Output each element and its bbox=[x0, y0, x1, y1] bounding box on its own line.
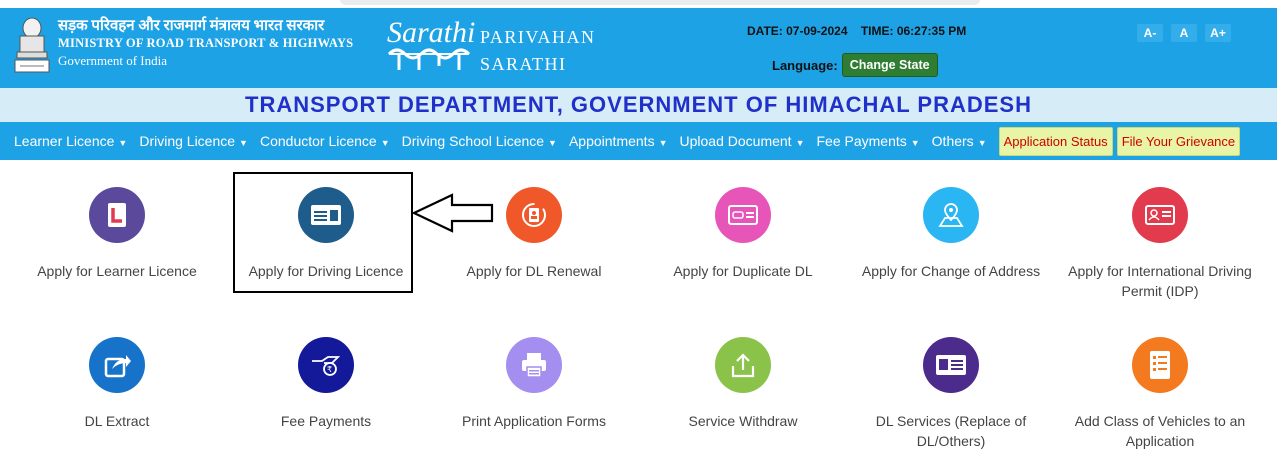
ministry-hindi: सड़क परिवहन और राजमार्ग मंत्रालय भारत सर… bbox=[58, 18, 325, 34]
fee-payment-icon: ₹ bbox=[298, 337, 354, 393]
caret-down-icon: ▼ bbox=[658, 138, 668, 148]
nav-label: Driving School Licence bbox=[401, 133, 545, 149]
nav-label: Conductor Licence bbox=[259, 133, 377, 149]
tile-label: Print Application Forms bbox=[462, 413, 606, 429]
nav-learner-licence[interactable]: Learner Licence ▼ bbox=[14, 133, 127, 149]
change-state-button[interactable]: Change State bbox=[841, 53, 938, 77]
tile-label: DL Services (Replace of DL/Others) bbox=[875, 413, 1027, 449]
nav-label: Upload Document bbox=[679, 133, 792, 149]
top-search-bar bbox=[340, 0, 980, 5]
nav-driving-school-licence[interactable]: Driving School Licence ▼ bbox=[402, 133, 557, 149]
caret-down-icon: ▼ bbox=[118, 138, 128, 148]
grievance-button[interactable]: File Your Grievance bbox=[1116, 126, 1241, 156]
svg-text:₹: ₹ bbox=[327, 365, 332, 374]
brand-line2: SARATHI bbox=[480, 54, 567, 74]
main-nav: Learner Licence ▼ Driving Licence ▼ Conduc… bbox=[0, 122, 1277, 160]
date-label: DATE: 07-09-2024 bbox=[747, 24, 848, 38]
caret-down-icon: ▼ bbox=[239, 138, 248, 148]
site-header: सड़क परिवहन और राजमार्ग मंत्रालय भारत सर… bbox=[0, 8, 1277, 88]
application-status-button[interactable]: Application Status bbox=[998, 126, 1113, 156]
tile-idp[interactable]: Apply for International Driving Permit (… bbox=[1060, 187, 1260, 301]
nav-conductor-licence[interactable]: Conductor Licence ▼ bbox=[260, 133, 390, 149]
dl-renewal-icon bbox=[506, 187, 562, 243]
caret-down-icon: ▼ bbox=[977, 138, 987, 148]
department-banner: TRANSPORT DEPARTMENT, GOVERNMENT OF HIMA… bbox=[0, 88, 1277, 122]
add-class-icon bbox=[1132, 337, 1188, 393]
ministry-block: सड़क परिवहन और राजमार्ग मंत्रालय भारत सर… bbox=[58, 18, 353, 69]
tile-label: Service Withdraw bbox=[688, 413, 798, 429]
sarathi-logo-icon: Sarathi bbox=[387, 16, 475, 70]
brand-title: PARIVAHAN SARATHI bbox=[480, 24, 596, 78]
nav-driving-licence[interactable]: Driving Licence ▼ bbox=[139, 133, 248, 149]
annotation-arrow-icon bbox=[412, 193, 494, 233]
learner-licence-icon bbox=[89, 187, 145, 243]
tile-service-withdraw[interactable]: Service Withdraw bbox=[643, 337, 843, 431]
tile-label: Apply for DL Renewal bbox=[466, 263, 602, 279]
nav-others[interactable]: Others ▼ bbox=[932, 133, 987, 149]
font-normal-button[interactable]: A bbox=[1171, 24, 1197, 42]
tile-duplicate-dl[interactable]: Apply for Duplicate DL bbox=[643, 187, 843, 281]
ministry-english: MINISTRY OF ROAD TRANSPORT & HIGHWAYS bbox=[58, 36, 354, 50]
logo-text: Sarathi bbox=[387, 16, 475, 49]
language-label: Language: bbox=[772, 57, 838, 73]
service-grid: Apply for Learner Licence Apply for Driv… bbox=[0, 160, 1277, 465]
tile-label: Fee Payments bbox=[280, 413, 372, 429]
department-title: TRANSPORT DEPARTMENT, GOVERNMENT OF HIMA… bbox=[245, 92, 1032, 117]
tile-dl-services[interactable]: DL Services (Replace of DL/Others) bbox=[851, 337, 1051, 451]
duplicate-dl-icon bbox=[715, 187, 771, 243]
tile-change-address[interactable]: Apply for Change of Address bbox=[851, 187, 1051, 281]
time-label: TIME: 06:27:35 PM bbox=[860, 24, 967, 38]
language-row: Language: Change State bbox=[772, 53, 938, 77]
national-emblem-icon bbox=[14, 17, 50, 73]
tile-label: Apply for Learner Licence bbox=[37, 263, 197, 279]
nav-appointments[interactable]: Appointments ▼ bbox=[569, 133, 668, 149]
print-icon bbox=[506, 337, 562, 393]
service-withdraw-icon bbox=[715, 337, 771, 393]
nav-label: Fee Payments bbox=[816, 133, 907, 149]
dl-services-icon bbox=[923, 337, 979, 393]
caret-down-icon: ▼ bbox=[380, 138, 390, 148]
nav-upload-document[interactable]: Upload Document ▼ bbox=[680, 133, 805, 149]
nav-label: Appointments bbox=[568, 133, 655, 149]
caret-down-icon: ▼ bbox=[548, 138, 557, 148]
nav-label: Driving Licence bbox=[139, 133, 236, 149]
idp-icon bbox=[1132, 187, 1188, 243]
brand-line1: PARIVAHAN bbox=[480, 27, 596, 47]
tile-learner-licence[interactable]: Apply for Learner Licence bbox=[17, 187, 217, 281]
tile-label: Add Class of Vehicles to an Application bbox=[1074, 413, 1246, 449]
nav-label: Others bbox=[931, 133, 974, 149]
nav-label: Learner Licence bbox=[14, 133, 115, 149]
annotation-highlight-box bbox=[233, 172, 413, 293]
tile-label: Apply for Change of Address bbox=[861, 263, 1041, 279]
caret-down-icon: ▼ bbox=[910, 138, 920, 148]
tile-add-class[interactable]: Add Class of Vehicles to an Application bbox=[1060, 337, 1260, 451]
tile-fee-payments[interactable]: ₹ Fee Payments bbox=[226, 337, 426, 431]
top-strip bbox=[0, 0, 1277, 8]
tile-label: DL Extract bbox=[84, 413, 150, 429]
tile-label: Apply for Duplicate DL bbox=[673, 263, 813, 279]
dl-extract-icon bbox=[89, 337, 145, 393]
change-address-icon bbox=[923, 187, 979, 243]
tile-print-forms[interactable]: Print Application Forms bbox=[434, 337, 634, 431]
date-time: DATE: 07-09-2024 TIME: 06:27:35 PM bbox=[747, 24, 976, 38]
tile-dl-extract[interactable]: DL Extract bbox=[17, 337, 217, 431]
font-decrease-button[interactable]: A- bbox=[1137, 24, 1163, 42]
nav-fee-payments[interactable]: Fee Payments ▼ bbox=[816, 133, 919, 149]
government-of-india: Government of India bbox=[58, 53, 168, 68]
font-size-controls: A- A A+ bbox=[1137, 24, 1231, 42]
caret-down-icon: ▼ bbox=[795, 138, 805, 148]
font-increase-button[interactable]: A+ bbox=[1205, 24, 1231, 42]
tile-label: Apply for International Driving Permit (… bbox=[1068, 263, 1252, 299]
